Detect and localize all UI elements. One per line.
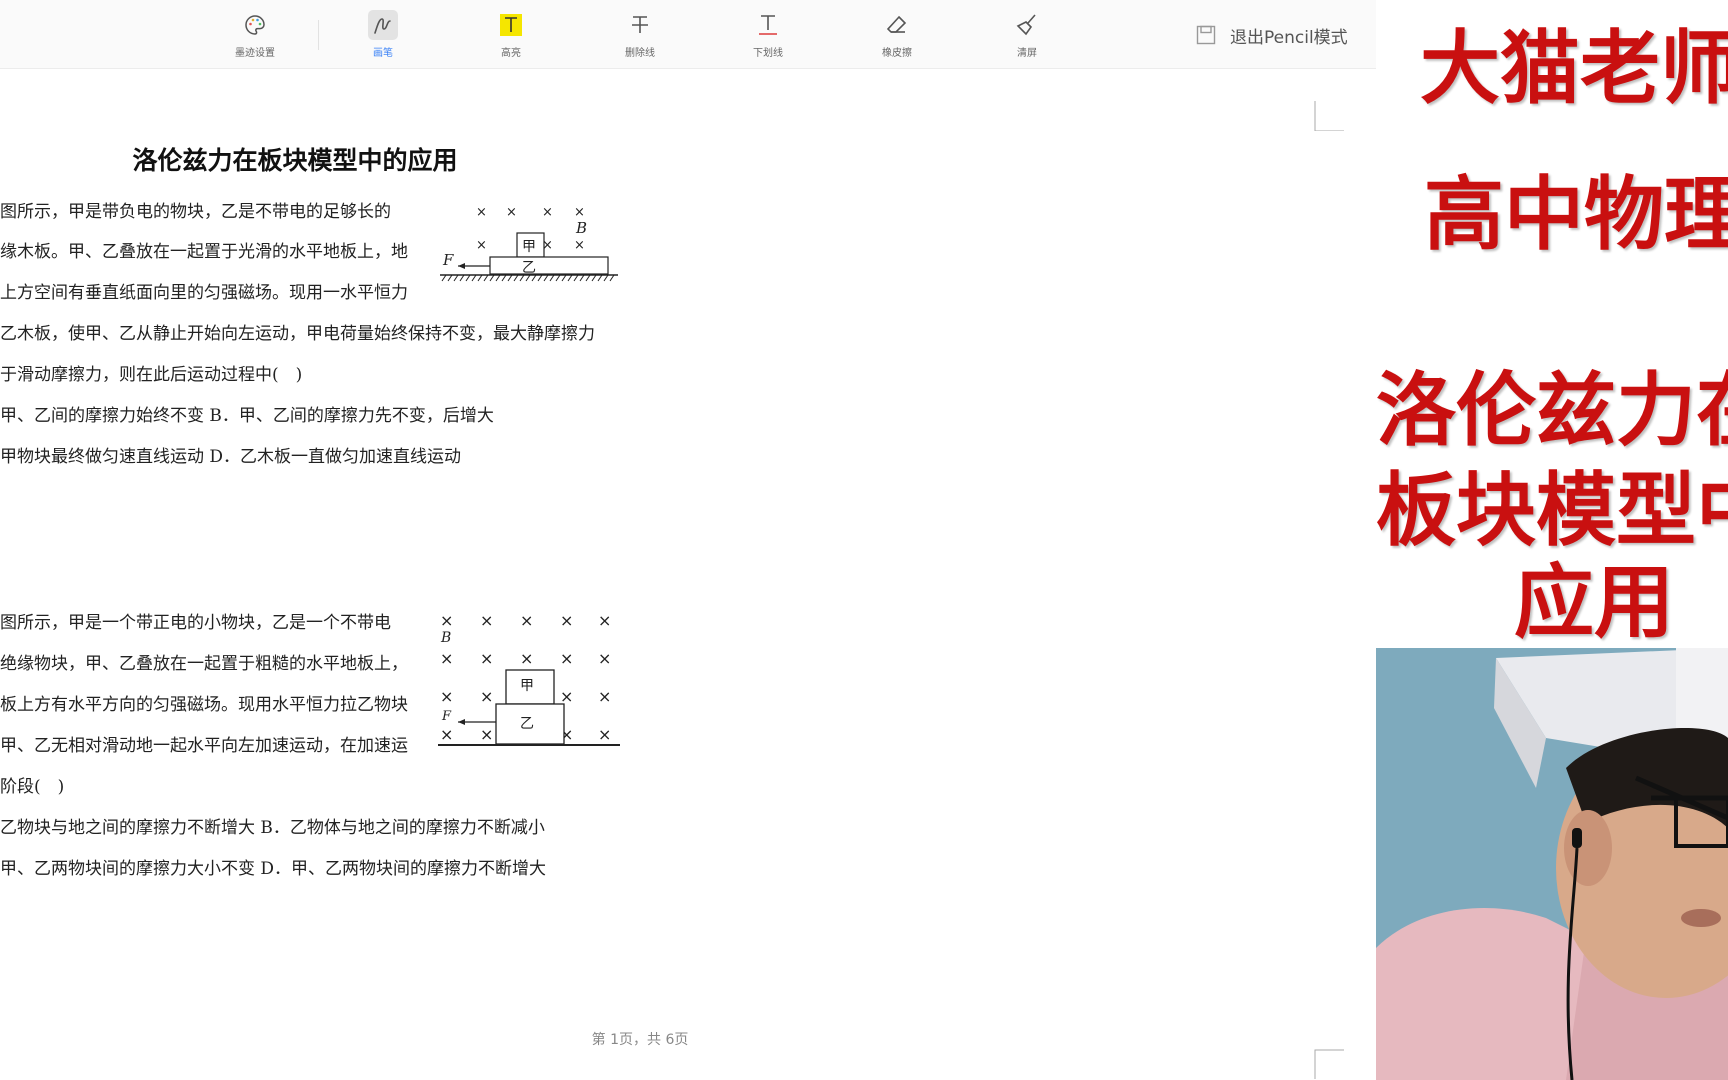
field-cross: × — [560, 611, 573, 630]
field-cross: × — [598, 649, 611, 668]
highlight-icon — [496, 10, 526, 40]
overlay-teacher-name: 大猫老师 — [1420, 21, 1728, 115]
field-cross: × — [480, 611, 493, 630]
lecture-title-overlay: 大猫老师 高中物理 洛伦兹力在 板块模型中的 应用 — [1376, 0, 1728, 648]
problem2-option-line: 甲、乙两物块间的摩擦力大小不变 D．甲、乙两物块间的摩擦力不断增大 — [0, 859, 547, 879]
problem2-line: 板上方有水平方向的匀强磁场。现用水平恒力拉乙物块 — [0, 695, 408, 715]
ink-settings-button[interactable]: 墨迹设置 — [220, 10, 290, 59]
clear-screen-label: 清屏 — [1017, 48, 1037, 59]
overlay-subject: 高中物理 — [1424, 167, 1728, 261]
pen-label: 画笔 — [373, 48, 393, 59]
problem1-line: 上方空间有垂直纸面向里的匀强磁场。现用一水平恒力 — [0, 283, 408, 303]
overlay-topic-line1: 洛伦兹力在 — [1376, 363, 1728, 457]
page-corner-mark — [1314, 101, 1344, 131]
field-cross: × — [506, 205, 517, 220]
field-cross: × — [542, 205, 553, 220]
block-yi-label: 乙 — [520, 716, 534, 732]
eraser-button[interactable]: 橡皮擦 — [862, 10, 932, 59]
pen-button[interactable]: 画笔 — [348, 10, 418, 59]
problem2-option-line: 乙物块与地之间的摩擦力不断增大 B．乙物体与地之间的摩擦力不断减小 — [0, 818, 545, 838]
webcam-video — [1376, 648, 1728, 1080]
field-cross: × — [574, 205, 585, 220]
webcam-scene — [1376, 648, 1728, 1080]
field-cross: × — [574, 238, 585, 253]
broom-icon — [1012, 10, 1042, 40]
field-cross: × — [476, 238, 487, 253]
block-jia-label: 甲 — [520, 678, 534, 694]
field-cross: × — [440, 649, 453, 668]
pencil-toolbar: 墨迹设置 画笔 高亮 删除线 下划线 橡皮擦 清屏 退出Pencil模式 — [0, 0, 1376, 69]
field-cross: × — [480, 725, 493, 744]
exit-pencil-button[interactable]: 退出Pencil模式 — [1196, 22, 1348, 48]
force-arrowhead — [458, 719, 465, 725]
field-cross: × — [560, 649, 573, 668]
underline-label: 下划线 — [753, 48, 783, 59]
field-cross: × — [598, 687, 611, 706]
overlay-topic-line3: 应用 — [1514, 555, 1674, 648]
problem1-line: 缘木板。甲、乙叠放在一起置于光滑的水平地板上，地 — [0, 242, 408, 262]
field-cross: × — [440, 611, 453, 630]
toolbar-divider — [318, 20, 319, 50]
underline-icon — [753, 10, 783, 40]
highlight-label: 高亮 — [501, 48, 521, 59]
eraser-label: 橡皮擦 — [882, 48, 912, 59]
force-label: F — [442, 251, 454, 269]
field-cross: × — [476, 205, 487, 220]
page-number: 第 1页，共 6页 — [591, 1032, 689, 1048]
underline-button[interactable]: 下划线 — [733, 10, 803, 59]
problem1-option-line: 甲、乙间的摩擦力始终不变 B．甲、乙间的摩擦力先不变，后增大 — [0, 406, 494, 426]
force-label: F — [441, 709, 452, 724]
problem2-figure: × × × × × × × × × × × × × × × × × × × B … — [438, 611, 620, 746]
field-cross: × — [598, 611, 611, 630]
problem1-line: 图所示，甲是带负电的物块，乙是不带电的足够长的 — [0, 202, 391, 222]
palette-icon — [240, 10, 270, 40]
document-title: 洛伦兹力在板块模型中的应用 — [132, 146, 458, 175]
save-icon — [1196, 25, 1216, 45]
eraser-icon — [882, 10, 912, 40]
force-arrowhead — [458, 263, 465, 269]
problem1-figure: × × × × × × × B 甲 乙 F — [440, 205, 618, 282]
field-cross: × — [560, 687, 573, 706]
field-cross: × — [520, 611, 533, 630]
field-cross: × — [440, 687, 453, 706]
field-cross: × — [440, 725, 453, 744]
field-cross: × — [480, 649, 493, 668]
pen-icon — [368, 10, 398, 40]
field-cross: × — [520, 649, 533, 668]
block-jia-label: 甲 — [522, 239, 536, 255]
problem1-line: 乙木板，使甲、乙从静止开始向左运动，甲电荷量始终保持不变，最大静摩擦力 — [0, 324, 595, 344]
highlight-button[interactable]: 高亮 — [476, 10, 546, 59]
field-label: B — [575, 219, 587, 237]
problem1-option-line: 甲物块最终做匀速直线运动 D．乙木板一直做匀加速直线运动 — [0, 447, 462, 467]
strikethrough-label: 删除线 — [625, 48, 655, 59]
page-corner-mark — [1314, 1049, 1344, 1079]
clear-screen-button[interactable]: 清屏 — [992, 10, 1062, 59]
problem2-line: 图所示，甲是一个带正电的小物块，乙是一个不带电 — [0, 613, 391, 633]
problem2-line: 绝缘物块，甲、乙叠放在一起置于粗糙的水平地板上， — [0, 654, 408, 674]
field-cross: × — [598, 725, 611, 744]
field-cross: × — [480, 687, 493, 706]
problem1-line: 于滑动摩擦力，则在此后运动过程中( ) — [0, 365, 303, 385]
ink-settings-label: 墨迹设置 — [235, 48, 275, 59]
board-yi — [489, 256, 609, 275]
field-label: B — [440, 630, 451, 646]
problem2-line: 阶段( ) — [0, 777, 65, 797]
problem2-line: 甲、乙无相对滑动地一起水平向左加速运动，在加速运 — [0, 736, 408, 756]
exit-pencil-label: 退出Pencil模式 — [1230, 27, 1348, 48]
strikethrough-icon — [625, 10, 655, 40]
strikethrough-button[interactable]: 删除线 — [605, 10, 675, 59]
document-page: 洛伦兹力在板块模型中的应用 图所示，甲是带负电的物块，乙是不带电的足够长的 缘木… — [0, 69, 1376, 1080]
board-yi-label: 乙 — [522, 260, 536, 276]
